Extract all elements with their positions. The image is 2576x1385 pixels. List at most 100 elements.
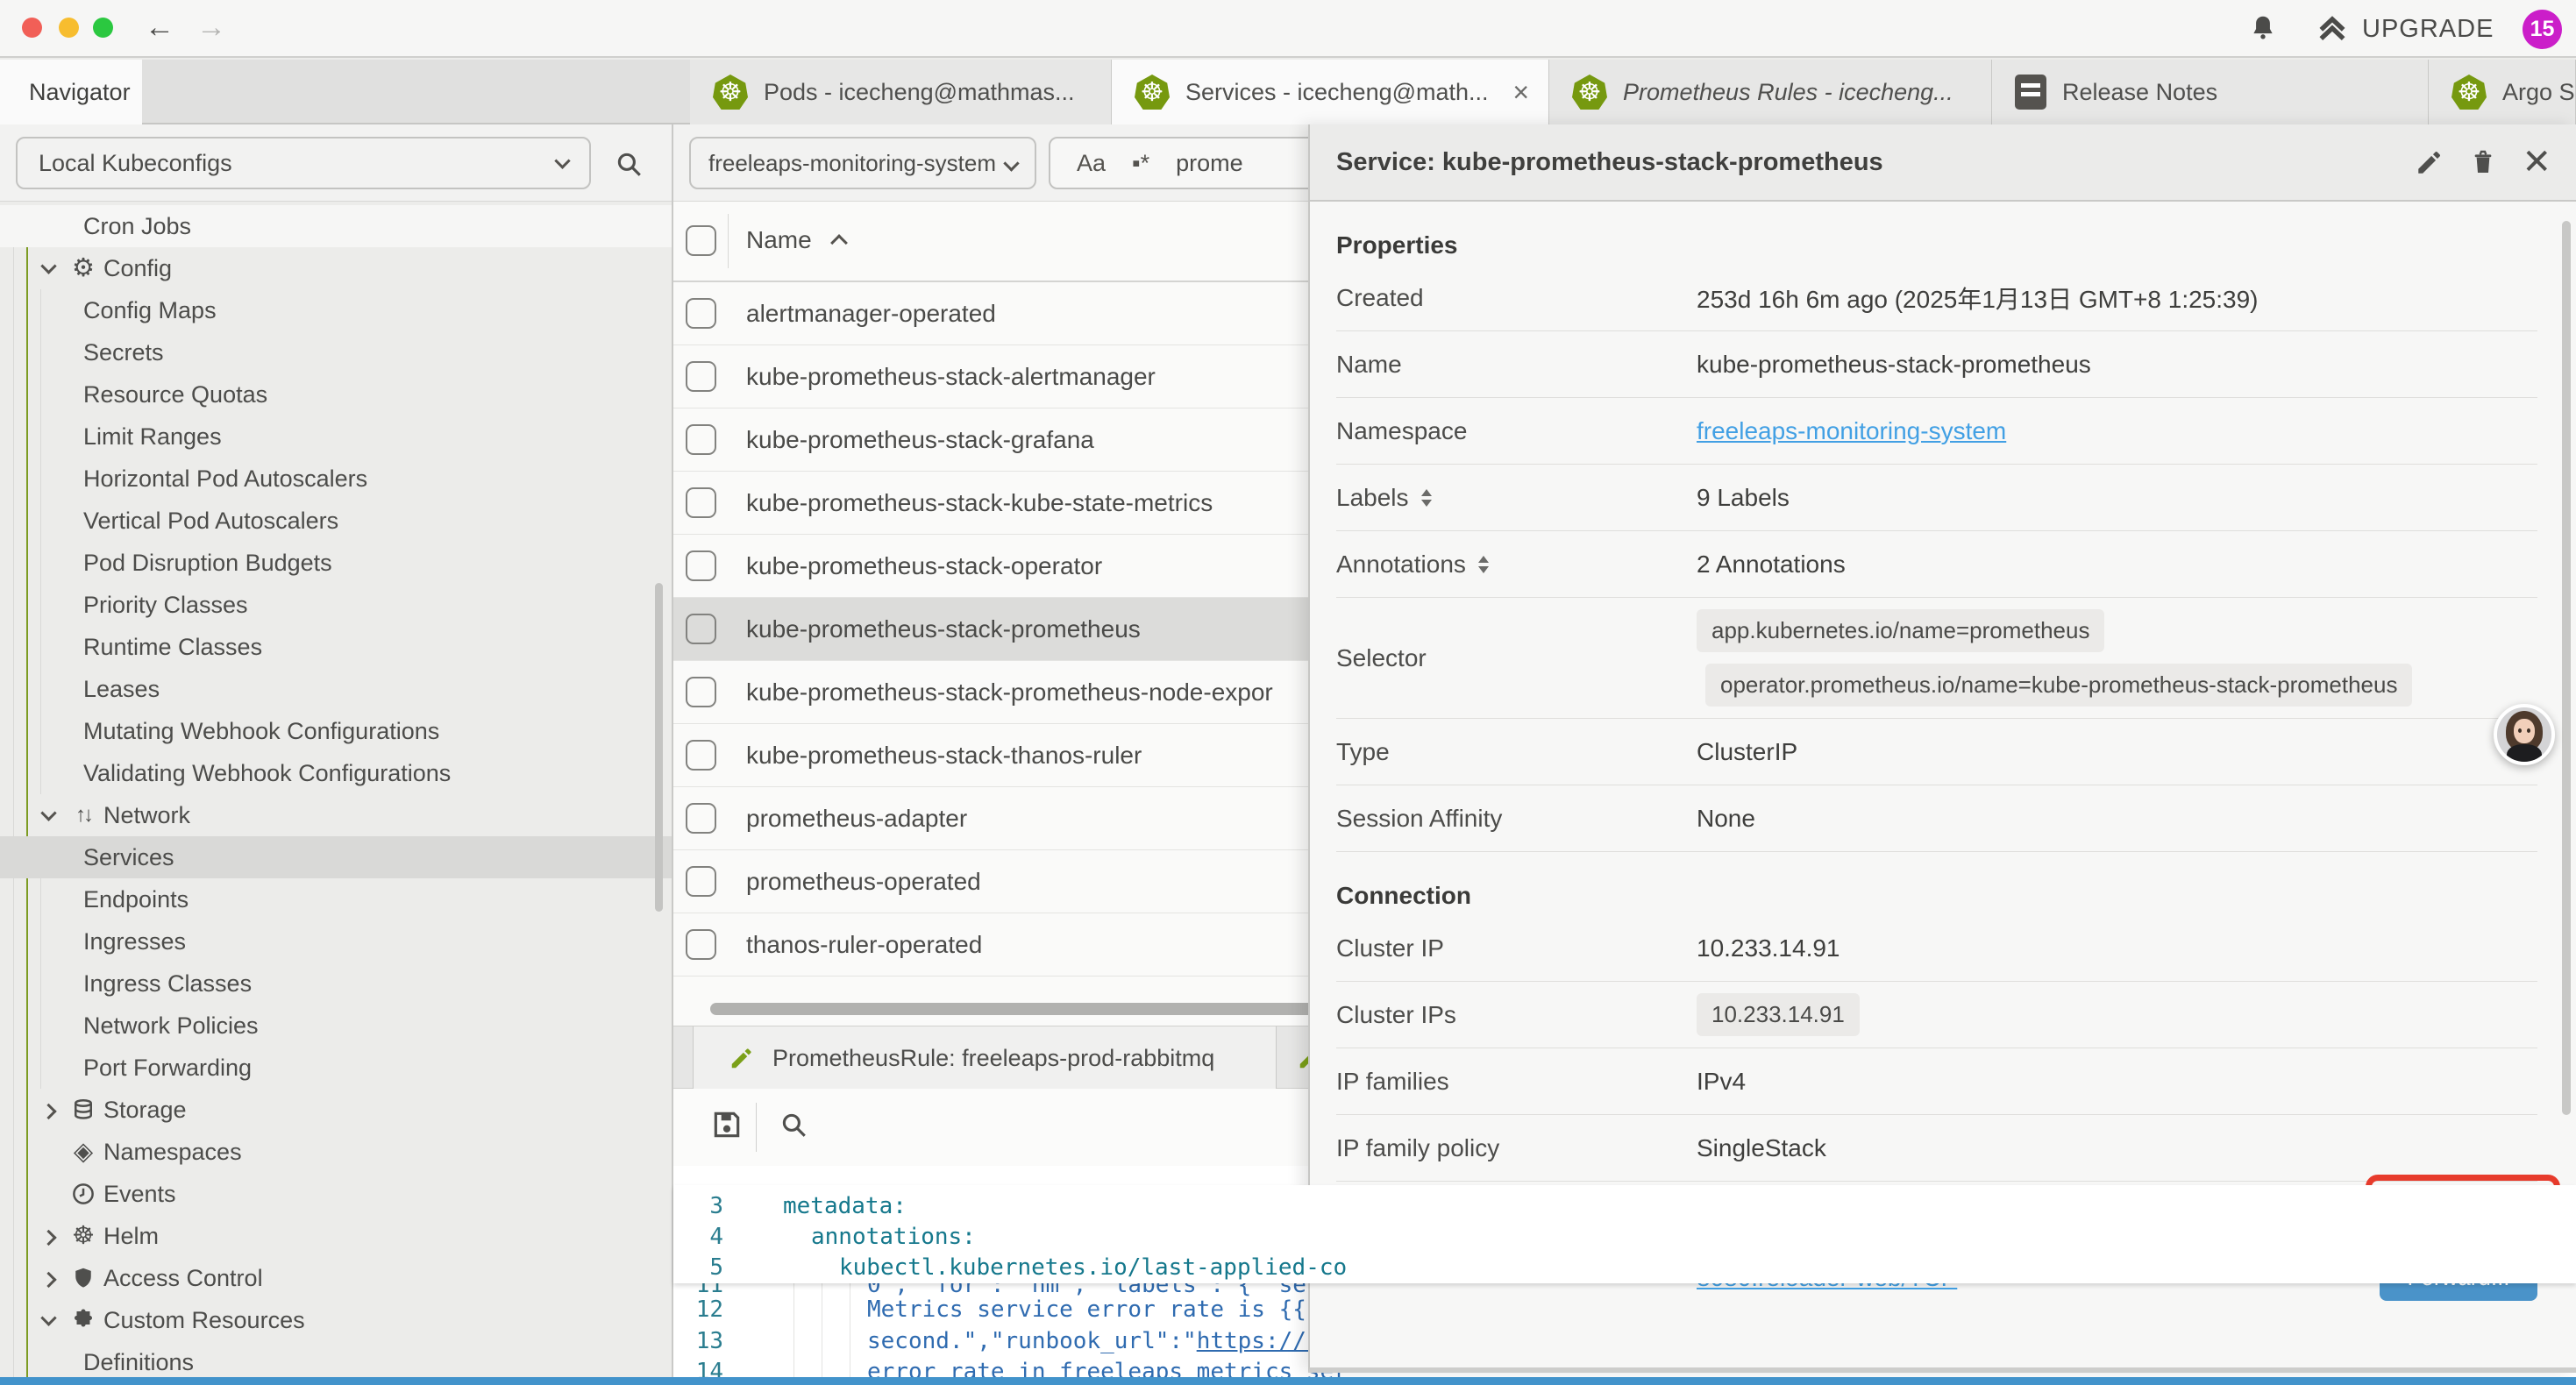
sidebar-tree-item[interactable]: Mutating Webhook Configurations bbox=[0, 710, 672, 752]
kubernetes-icon: ☸ bbox=[713, 75, 748, 110]
close-panel-icon[interactable]: ✕ bbox=[2522, 145, 2551, 180]
section-heading: Properties bbox=[1336, 231, 2537, 259]
sidebar-tree-item[interactable]: Runtime Classes bbox=[0, 626, 672, 668]
match-case-toggle[interactable]: Aa bbox=[1077, 150, 1106, 177]
tree-chevron-icon[interactable] bbox=[40, 1310, 56, 1325]
gear-icon: ⚙ bbox=[72, 256, 95, 281]
row-checkbox[interactable] bbox=[686, 550, 716, 581]
sidebar-tree-item[interactable]: Horizontal Pod Autoscalers bbox=[0, 458, 672, 500]
tree-chevron-icon[interactable] bbox=[40, 1103, 56, 1119]
app-tab[interactable]: ☸ Services - icecheng@math... × bbox=[1112, 60, 1549, 124]
panel-scrollbar[interactable] bbox=[2562, 221, 2571, 1115]
assistant-avatar[interactable] bbox=[2494, 704, 2555, 765]
sidebar-tree-item[interactable]: Port Forwarding bbox=[0, 1047, 672, 1089]
row-checkbox[interactable] bbox=[686, 487, 716, 518]
property-label: IP families bbox=[1336, 1068, 1697, 1096]
tree-chevron-icon[interactable] bbox=[40, 1271, 56, 1287]
select-all-checkbox[interactable] bbox=[686, 225, 716, 256]
sidebar-tree-item[interactable]: Leases bbox=[0, 668, 672, 710]
app-tab[interactable]: ☸ Pods - icecheng@mathmas... bbox=[690, 60, 1112, 124]
sort-ascending-icon[interactable] bbox=[830, 234, 848, 252]
editor-search-icon[interactable] bbox=[779, 1110, 808, 1140]
namespaces-icon: ◈ bbox=[74, 1140, 93, 1165]
property-value: 9 Labels bbox=[1697, 484, 1790, 512]
sidebar-search-icon[interactable] bbox=[614, 149, 644, 179]
save-icon[interactable] bbox=[710, 1108, 744, 1141]
code-line: 12Metrics service error rate is {{ $va bbox=[673, 1294, 1362, 1325]
sidebar-tree-item[interactable]: Custom Resources bbox=[0, 1299, 672, 1341]
value-chip: 10.233.14.91 bbox=[1697, 993, 1860, 1036]
property-label: Labels bbox=[1336, 484, 1697, 512]
tree-chevron-icon[interactable] bbox=[40, 805, 56, 820]
horizontal-scrollbar[interactable] bbox=[710, 1003, 1368, 1015]
sidebar-tree-item[interactable]: Services bbox=[0, 836, 672, 878]
back-arrow-icon[interactable]: ← bbox=[145, 11, 174, 45]
row-checkbox[interactable] bbox=[686, 803, 716, 834]
sort-updown-icon[interactable] bbox=[1478, 556, 1489, 573]
navigator-tab[interactable]: Navigator bbox=[0, 60, 142, 124]
maximize-window-button[interactable] bbox=[93, 18, 113, 38]
row-checkbox[interactable] bbox=[686, 424, 716, 455]
notifications-bell-icon[interactable] bbox=[2246, 12, 2280, 46]
sidebar-tree-item[interactable]: Priority Classes bbox=[0, 584, 672, 626]
row-checkbox[interactable] bbox=[686, 866, 716, 897]
sidebar-tree-item[interactable]: Cron Jobs bbox=[0, 205, 672, 247]
row-checkbox[interactable] bbox=[686, 361, 716, 392]
app-tab[interactable]: ☸ Prometheus Rules - icecheng... bbox=[1549, 60, 1992, 124]
property-value: IPv4 bbox=[1697, 1068, 1746, 1096]
line-number: 12 bbox=[673, 1296, 741, 1323]
regex-toggle[interactable]: ▪* bbox=[1132, 150, 1149, 177]
sidebar-tree-item[interactable]: Resource Quotas bbox=[0, 373, 672, 416]
sidebar-tree-item[interactable]: ◈ Namespaces bbox=[0, 1131, 672, 1173]
property-label: Selector bbox=[1336, 644, 1697, 672]
sort-updown-icon[interactable] bbox=[1421, 489, 1432, 507]
name-column-header[interactable]: Name bbox=[746, 226, 812, 254]
sidebar-tree-item[interactable]: ↑↓ Network bbox=[0, 794, 672, 836]
sidebar-tree-item[interactable]: Secrets bbox=[0, 331, 672, 373]
sidebar-tree-item[interactable]: ☸ Helm bbox=[0, 1215, 672, 1257]
sidebar-tree-item[interactable]: Config Maps bbox=[0, 289, 672, 331]
forward-arrow-icon[interactable]: → bbox=[196, 11, 226, 45]
tree-chevron-icon[interactable] bbox=[40, 258, 56, 273]
sidebar-tree-item[interactable]: Events bbox=[0, 1173, 672, 1215]
row-checkbox[interactable] bbox=[686, 929, 716, 960]
row-checkbox[interactable] bbox=[686, 740, 716, 771]
sidebar-tree-item[interactable]: Ingress Classes bbox=[0, 962, 672, 1005]
sidebar-tree-item[interactable]: Ingresses bbox=[0, 920, 672, 962]
namespace-selector[interactable]: freeleaps-monitoring-system bbox=[689, 137, 1036, 189]
search-query-text: prome bbox=[1176, 150, 1243, 177]
sidebar-scrollbar[interactable] bbox=[655, 583, 663, 912]
sidebar-tree-item[interactable]: Network Policies bbox=[0, 1005, 672, 1047]
shield-icon bbox=[70, 1265, 96, 1291]
property-value: kube-prometheus-stack-prometheus bbox=[1697, 351, 2091, 379]
sidebar-tree-item[interactable]: Limit Ranges bbox=[0, 416, 672, 458]
sidebar-tree-item[interactable]: Endpoints bbox=[0, 878, 672, 920]
row-checkbox[interactable] bbox=[686, 677, 716, 707]
database-icon bbox=[70, 1097, 96, 1123]
minimize-window-button[interactable] bbox=[59, 18, 79, 38]
delete-trash-icon[interactable] bbox=[2469, 147, 2497, 177]
app-tab[interactable]: ☸ Argo Se bbox=[2429, 60, 2576, 124]
app-tab[interactable]: Release Notes bbox=[1992, 60, 2429, 124]
edit-pencil-icon[interactable] bbox=[2415, 147, 2444, 177]
close-window-button[interactable] bbox=[22, 18, 42, 38]
property-label: Cluster IPs bbox=[1336, 1001, 1697, 1029]
notification-count-badge[interactable]: 15 bbox=[2523, 10, 2562, 49]
sidebar-tree-item[interactable]: Access Control bbox=[0, 1257, 672, 1299]
row-checkbox[interactable] bbox=[686, 614, 716, 644]
line-number: 5 bbox=[673, 1254, 741, 1281]
close-tab-icon[interactable]: × bbox=[1512, 76, 1529, 109]
kubeconfig-selector[interactable]: Local Kubeconfigs bbox=[16, 137, 591, 189]
sidebar-tree-item[interactable]: ⚙ Config bbox=[0, 247, 672, 289]
upgrade-button[interactable]: UPGRADE bbox=[2315, 12, 2494, 46]
sidebar-tree-item[interactable]: Storage bbox=[0, 1089, 672, 1131]
namespace-link[interactable]: freeleaps-monitoring-system bbox=[1697, 417, 2006, 445]
tree-chevron-icon[interactable] bbox=[40, 1229, 56, 1245]
window-bottom-accent-bar bbox=[0, 1377, 2576, 1385]
sidebar-tree-item[interactable]: Pod Disruption Budgets bbox=[0, 542, 672, 584]
editor-tab[interactable]: PrometheusRule: freeleaps-prod-rabbitmq bbox=[693, 1026, 1277, 1090]
sidebar-tree-item[interactable]: Vertical Pod Autoscalers bbox=[0, 500, 672, 542]
sidebar-tree-item[interactable]: Validating Webhook Configurations bbox=[0, 752, 672, 794]
chevron-down-icon bbox=[554, 153, 570, 168]
row-checkbox[interactable] bbox=[686, 298, 716, 329]
